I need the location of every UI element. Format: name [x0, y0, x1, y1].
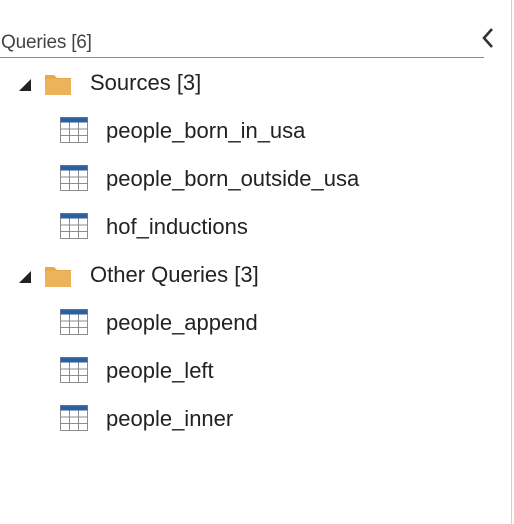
group-label: Other Queries [3]: [90, 262, 259, 287]
query-label: hof_inductions: [106, 214, 248, 239]
table-icon: [60, 165, 88, 191]
query-item-people-append[interactable]: people_append: [0, 304, 480, 342]
query-item-people-born-in-usa[interactable]: people_born_in_usa: [0, 112, 480, 150]
query-item-people-inner[interactable]: people_inner: [0, 400, 480, 438]
folder-icon: [45, 75, 71, 95]
group-other-queries[interactable]: Other Queries [3]: [0, 260, 480, 294]
group-sources[interactable]: Sources [3]: [0, 68, 480, 102]
query-item-people-born-outside-usa[interactable]: people_born_outside_usa: [0, 160, 480, 198]
table-icon: [60, 357, 88, 383]
expanded-triangle-icon[interactable]: [18, 270, 32, 284]
queries-tree: Sources [3] people_born_in_usa people_bo…: [0, 0, 500, 524]
table-icon: [60, 117, 88, 143]
query-label: people_left: [106, 358, 214, 383]
table-icon: [60, 405, 88, 431]
query-label: people_born_outside_usa: [106, 166, 360, 191]
expanded-triangle-icon[interactable]: [18, 78, 32, 92]
query-label: people_born_in_usa: [106, 118, 306, 143]
table-icon: [60, 213, 88, 239]
queries-pane: Queries [6] Sources [3] people_born_in_u…: [0, 0, 514, 524]
group-label: Sources [3]: [90, 70, 202, 95]
query-item-hof-inductions[interactable]: hof_inductions: [0, 208, 480, 246]
table-icon: [60, 309, 88, 335]
query-label: people_inner: [106, 406, 234, 431]
folder-icon: [45, 267, 71, 287]
pane-divider: [511, 0, 512, 524]
query-label: people_append: [106, 310, 258, 335]
query-item-people-left[interactable]: people_left: [0, 352, 480, 390]
